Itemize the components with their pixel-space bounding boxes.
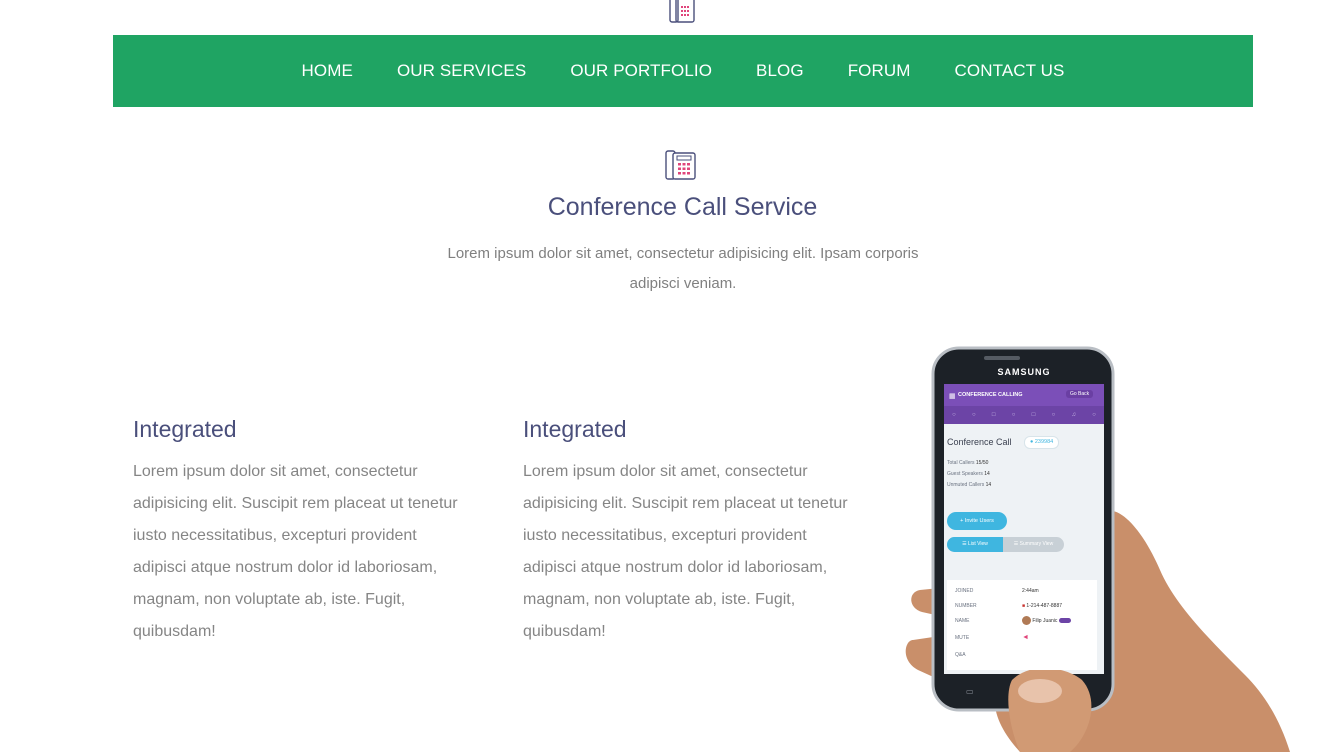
tool-icon[interactable]: ○ [972,412,976,418]
avatar [1022,616,1031,625]
list-icon: ☰ [1013,541,1019,547]
feature-title: Integrated [133,416,237,442]
stat-row: Unmuted Callers 14 [947,482,992,488]
feature-text: Lorem ipsum dolor sit amet, consectetur … [523,463,848,640]
nav-our-services[interactable]: OUR SERVICES [397,61,526,81]
detail-row: NUMBER [955,603,977,609]
list-icon: ☰ [962,541,967,547]
stat-row: Guest Speakers 14 [947,471,990,477]
tool-icon[interactable]: ○ [1052,412,1056,418]
desk-phone-icon [667,0,697,24]
go-back-button[interactable]: Go Back [1066,390,1094,398]
app-header-title: CONFERENCE CALLING [958,392,1023,398]
detail-row: MUTE [955,635,970,641]
main-nav: HOME OUR SERVICES OUR PORTFOLIO BLOG FOR… [113,35,1253,107]
detail-value: Filip Juanic [1022,616,1071,625]
plus-icon: + [960,518,964,524]
mute-icon[interactable]: ◄ [1022,634,1029,641]
tool-icon[interactable]: ○ [952,412,956,418]
detail-value: 2:44am [1022,588,1039,594]
detail-row: JOINED [955,588,974,594]
feature-block: Integrated Lorem ipsum dolor sit amet, c… [523,414,853,648]
tab-summary-view[interactable]: ☰ Summary View [1003,537,1064,552]
music-icon[interactable]: ♫ [1071,412,1076,418]
status-badge [1058,618,1071,623]
feature-text: Lorem ipsum dolor sit amet, consectetur … [133,463,458,640]
view-toggle: ☰ List View ☰ Summary View [947,537,1064,552]
service-title: Conference Call Service [547,193,818,221]
tool-icon[interactable]: ○ [1012,412,1016,418]
invite-users-button[interactable]: + Invite Users [947,512,1007,530]
detail-row: Q&A [955,652,966,658]
detail-value: ■ 1-214-487-8887 [1022,603,1063,609]
stat-row: Total Callers 15/50 [947,460,989,466]
nav-contact-us[interactable]: CONTACT US [955,61,1065,81]
tab-list-view[interactable]: ☰ List View [947,537,1003,552]
nav-our-portfolio[interactable]: OUR PORTFOLIO [570,61,712,81]
service-description: Lorem ipsum dolor sit amet, consectetur … [447,245,919,292]
us-flag-icon: ■ [1022,603,1026,609]
tool-icon[interactable]: □ [1032,412,1036,418]
detail-row: NAME [955,618,970,624]
grid-icon: ▦ [949,393,956,400]
app-toolbar: ○ ○ □ ○ □ ○ ♫ ○ [944,406,1104,424]
app-header: ▦ CONFERENCE CALLING Go Back ○ ○ □ ○ □ ○… [944,384,1104,424]
feature-block: Integrated Lorem ipsum dolor sit amet, c… [133,414,463,648]
nav-home[interactable]: HOME [302,61,353,81]
lock-icon: ● [1030,439,1034,445]
invite-users-label: Invite Users [964,518,994,524]
desk-phone-icon [664,148,698,182]
phone-brand: SAMSUNG [997,367,1051,377]
stats-list: Total Callers 15/50 Guest Speakers 14 Un… [947,458,991,491]
nav-blog[interactable]: BLOG [756,61,804,81]
conference-id-badge: ● 239984 [1024,436,1060,449]
phone-in-hand-image: SAMSUNG ▦ CONFERENCE CALLING Go Back ○ ○… [900,340,1340,752]
tool-icon[interactable]: ○ [1092,412,1096,418]
feature-title: Integrated [523,416,627,442]
badge-value: 239984 [1034,439,1054,445]
screen-title: Conference Call [947,437,1012,447]
nav-forum[interactable]: FORUM [848,61,911,81]
details-card: JOINED 2:44am NUMBER ■ 1-214-487-8887 NA… [947,580,1097,670]
phone-recent-apps-icon: ▭ [966,687,974,696]
tool-icon[interactable]: □ [992,412,996,418]
